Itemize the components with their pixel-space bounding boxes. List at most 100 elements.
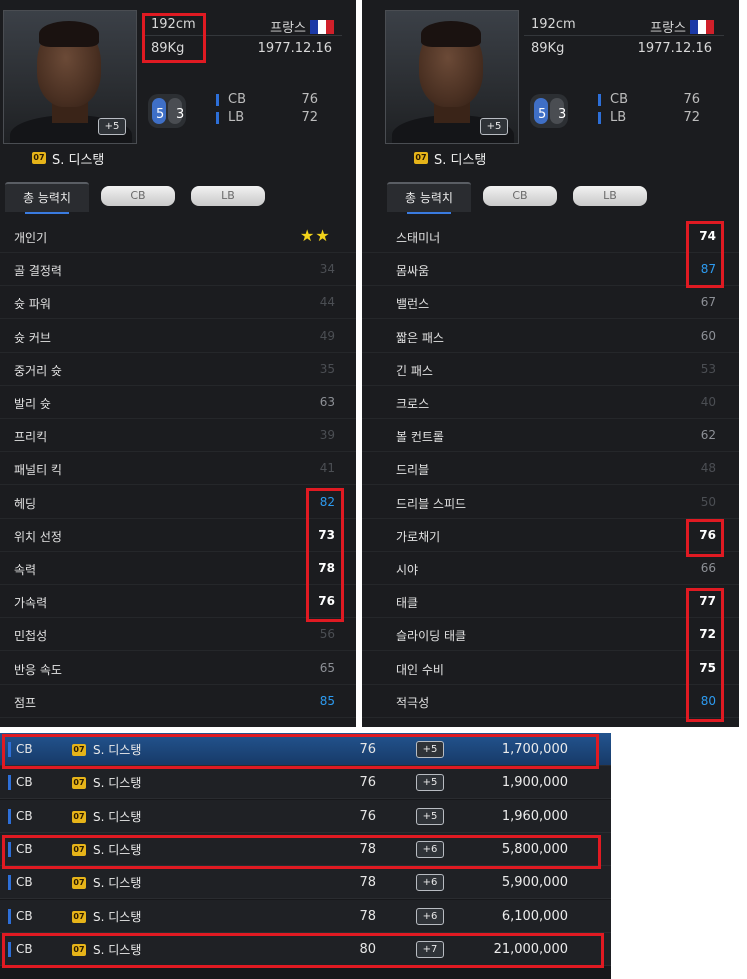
- stat-value: 73: [318, 527, 335, 542]
- listing-overall: 76: [359, 808, 376, 824]
- stat-name: 슛 파워: [14, 297, 51, 312]
- season-badge: 07: [72, 910, 86, 923]
- stat-row: 슛 커브 49: [0, 320, 356, 353]
- stat-name: 슬라이딩 태클: [396, 629, 467, 644]
- stat-name: 속력: [14, 563, 37, 577]
- tab-cb[interactable]: CB: [101, 186, 175, 206]
- listing-price: 5,800,000: [501, 841, 568, 857]
- position-rating-row: CB 76: [598, 92, 708, 108]
- listing-row[interactable]: CB 07 S. 디스탱 80 +7 21,000,000: [0, 932, 611, 966]
- tab-lb[interactable]: LB: [573, 186, 647, 206]
- player-weight: 89Kg: [151, 41, 185, 56]
- position-color-bar: [8, 742, 11, 757]
- listing-position: CB: [16, 841, 33, 856]
- stat-value: 41: [319, 461, 335, 476]
- player-photo: +5: [385, 10, 519, 144]
- stat-value: 40: [700, 395, 716, 409]
- stat-row: 드리블 48: [362, 452, 739, 486]
- season-badge: 07: [72, 943, 86, 956]
- stat-row: 헤딩 82: [0, 486, 356, 519]
- stat-value: 87: [700, 262, 716, 277]
- stat-row: 스태미너 74: [362, 220, 739, 253]
- player-height: 192cm: [151, 17, 196, 32]
- player-birthdate: 1977.12.16: [257, 41, 332, 56]
- stat-row: 대인 수비 75: [362, 652, 739, 685]
- stat-name: 가로채기: [396, 529, 441, 544]
- stat-row: 볼 컨트롤 62: [362, 419, 739, 453]
- stat-tabs: 총 능력치 CB LB: [362, 178, 739, 214]
- listing-row[interactable]: CB 07 S. 디스탱 78 +6 5,900,000: [0, 866, 611, 900]
- tab-total-stats[interactable]: 총 능력치: [387, 182, 471, 214]
- stat-row: 드리블 스피드 50: [362, 486, 739, 519]
- position-rating-row: LB 72: [216, 110, 326, 126]
- enhance-badge: +5: [98, 118, 126, 135]
- listing-row[interactable]: CB 07 S. 디스탱 76 +5 1,700,000: [0, 733, 611, 766]
- listing-row[interactable]: CB 07 S. 디스탱 76 +5 1,900,000: [0, 766, 611, 800]
- stat-name: 밸런스: [396, 297, 430, 312]
- france-flag-icon: [690, 20, 714, 34]
- stat-row: 발리 슛 63: [0, 386, 356, 419]
- season-badge: 07: [72, 843, 86, 856]
- stat-value: 74: [699, 229, 716, 243]
- stat-value: 67: [700, 295, 716, 310]
- stat-name: 시야: [396, 563, 419, 577]
- stat-name: 점프: [14, 695, 37, 710]
- stat-value: 39: [319, 428, 335, 443]
- stat-value: 34: [319, 262, 335, 277]
- foot-left-value: 5: [538, 107, 547, 122]
- stat-value: 50: [700, 494, 716, 509]
- stat-value: 65: [319, 660, 335, 675]
- listing-row[interactable]: CB 07 S. 디스탱 78 +6 5,800,000: [0, 832, 611, 866]
- stat-value: 72: [699, 627, 716, 642]
- season-badge: 07: [72, 877, 86, 890]
- stat-name: 가속력: [14, 596, 48, 611]
- tab-lb[interactable]: LB: [191, 186, 265, 206]
- stat-name: 크로스: [396, 397, 430, 411]
- listing-row[interactable]: CB 07 S. 디스탱 76 +5 1,960,000: [0, 799, 611, 833]
- season-badge: 07: [72, 744, 86, 756]
- stat-name: 드리블: [396, 463, 430, 478]
- stat-tabs: 총 능력치 CB LB: [0, 178, 356, 214]
- listing-position: CB: [16, 908, 33, 923]
- foot-right-value: 3: [176, 107, 185, 122]
- stat-name: 개인기: [14, 231, 48, 245]
- stat-row: 가로채기 76: [362, 519, 739, 552]
- listing-overall: 78: [359, 875, 376, 891]
- stat-name: 몸싸움: [396, 264, 430, 279]
- stat-name: 패널티 킥: [14, 463, 62, 478]
- transfer-listing-table: CB 07 S. 디스탱 76 +5 1,700,000 CB 07 S. 디스…: [0, 733, 611, 979]
- listing-price: 1,900,000: [501, 775, 568, 791]
- season-badge: 07: [72, 810, 86, 823]
- stat-name: 긴 패스: [396, 363, 433, 378]
- listing-overall: 76: [359, 742, 376, 757]
- player-height: 192cm: [531, 17, 576, 32]
- stat-value: 77: [699, 594, 716, 609]
- stat-name: 대인 수비: [396, 662, 444, 677]
- season-badge: 07: [72, 777, 86, 790]
- player-nation: 프랑스: [230, 17, 334, 36]
- stat-value: 66: [700, 561, 716, 575]
- tab-cb[interactable]: CB: [483, 186, 557, 206]
- stat-value: 85: [319, 693, 335, 708]
- stat-row: 시야 66: [362, 552, 739, 585]
- stat-row-popularity: 개인기 ★★: [0, 220, 356, 253]
- stat-name: 헤딩: [14, 496, 37, 511]
- tab-total-stats[interactable]: 총 능력치: [5, 182, 89, 214]
- position-color-bar: [8, 875, 11, 891]
- listing-price: 1,960,000: [501, 808, 568, 824]
- stat-name: 위치 선정: [14, 529, 62, 544]
- stat-row: 짧은 패스 60: [362, 320, 739, 353]
- player-name-line: 07 S. 디스탱: [414, 150, 486, 168]
- listing-overall: 78: [359, 908, 376, 924]
- stat-row: 위치 선정 73: [0, 519, 356, 552]
- listing-player-name: S. 디스탱: [93, 942, 142, 957]
- position-rating-row: LB 72: [598, 110, 708, 126]
- france-flag-icon: [310, 20, 334, 34]
- listing-row[interactable]: CB 07 S. 디스탱 78 +6 6,100,000: [0, 899, 611, 933]
- stat-row: 슛 파워 44: [0, 286, 356, 320]
- stat-name: 적극성: [396, 695, 430, 710]
- season-badge: 07: [32, 152, 46, 164]
- stat-value: 75: [699, 660, 716, 675]
- listing-position: CB: [16, 742, 33, 756]
- stat-row: 프리킥 39: [0, 419, 356, 453]
